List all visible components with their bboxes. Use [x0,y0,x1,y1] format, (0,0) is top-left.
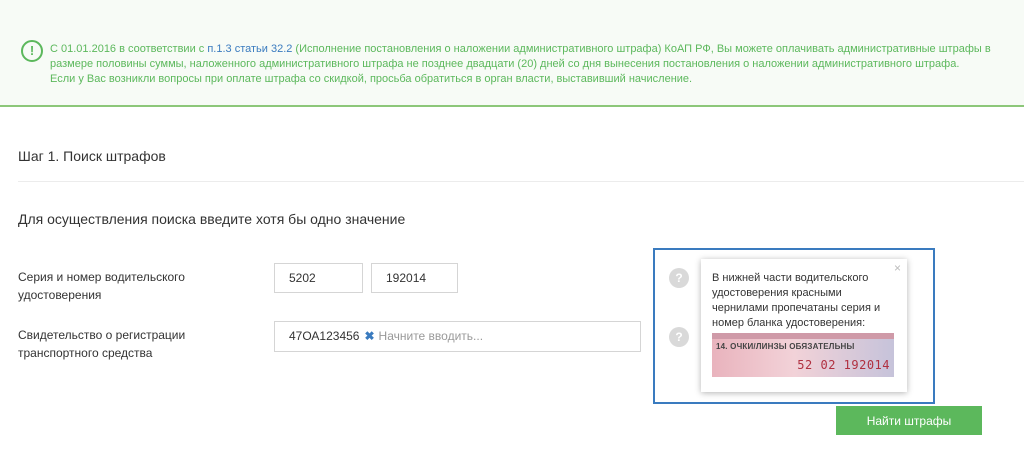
registration-help-icon[interactable]: ? [669,327,689,347]
registration-label: Свидетельство о регистрации транспортног… [18,328,186,360]
find-fines-button[interactable]: Найти штрафы [836,406,982,435]
tooltip-text: В нижней части водительского удостоверен… [712,272,881,329]
registration-placeholder: Начните вводить... [378,329,484,343]
registration-tag-input[interactable]: 47ОА123456 ✖ Начните вводить... [274,321,641,352]
notice-text: С 01.01.2016 в соответствии с п.1.3 стат… [50,42,1015,87]
search-heading: Для осуществления поиска введите хотя бы… [18,211,406,227]
license-image-number: 52 02 192014 [797,358,890,372]
remove-tag-icon[interactable]: ✖ [364,329,374,343]
notice-banner: ! С 01.01.2016 в соответствии с п.1.3 ст… [0,0,1024,107]
license-series-input[interactable]: 5202 [274,263,363,293]
license-image-field: 14. ОЧКИ/ЛИНЗЫ ОБЯЗАТЕЛЬНЫ [716,342,855,351]
notice-line1-prefix: С 01.01.2016 в соответствии с [50,43,208,55]
license-image-strip [712,333,894,339]
license-label: Серия и номер водительского удостоверени… [18,270,185,302]
registration-tag: 47ОА123456 [289,329,360,343]
license-help-icon[interactable]: ? [669,268,689,288]
license-number-input[interactable]: 192014 [371,263,458,293]
license-sample-image: 14. ОЧКИ/ЛИНЗЫ ОБЯЗАТЕЛЬНЫ 52 02 192014 [712,333,894,377]
tooltip-close-icon[interactable]: × [894,261,901,275]
exclamation-circle-icon: ! [21,40,43,62]
law-article-link[interactable]: п.1.3 статьи 32.2 [207,43,292,55]
help-tooltip: × В нижней части водительского удостовер… [701,259,907,392]
divider [18,181,1024,182]
notice-line2: Если у Вас возникли вопросы при оплате ш… [50,73,693,85]
step-title: Шаг 1. Поиск штрафов [18,148,166,164]
